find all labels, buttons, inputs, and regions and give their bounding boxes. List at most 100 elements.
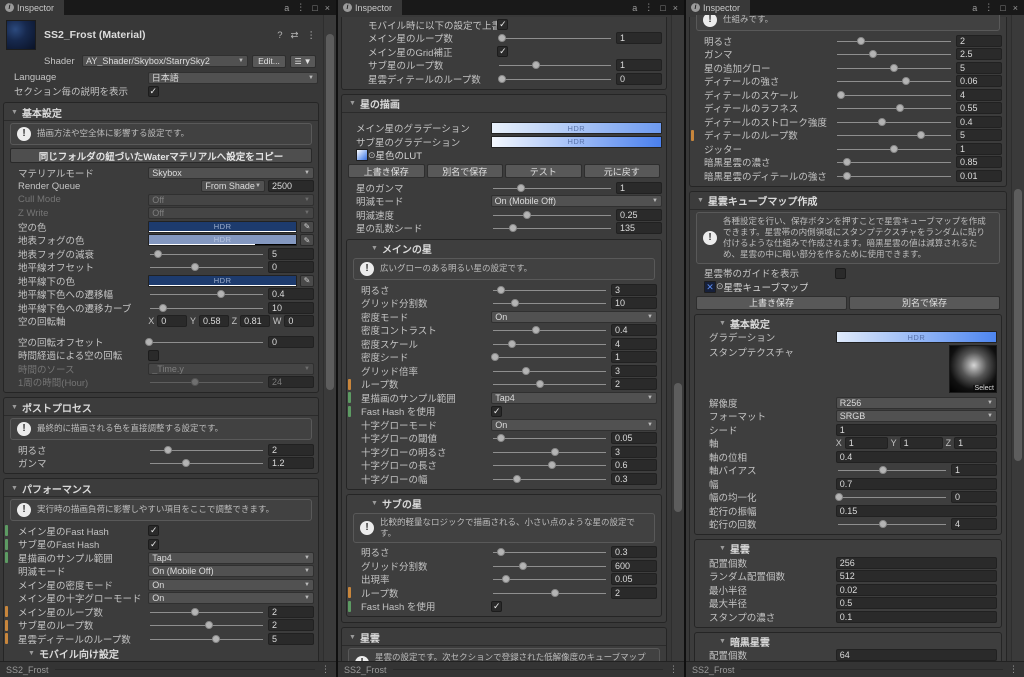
slider[interactable] — [148, 248, 265, 260]
kebab-menu-icon[interactable]: ⋮ — [644, 2, 653, 13]
value-field[interactable]: 3 — [611, 445, 657, 458]
axis-field[interactable]: 0.81 — [240, 315, 270, 328]
slider-thumb[interactable] — [490, 353, 499, 362]
value-field[interactable]: 600 — [611, 559, 657, 572]
slider[interactable] — [835, 48, 953, 60]
axis-field[interactable]: 1 — [954, 437, 998, 450]
slider[interactable] — [148, 606, 265, 618]
slider-thumb[interactable] — [510, 299, 519, 308]
value-field[interactable]: 2 — [268, 605, 314, 618]
color-field[interactable]: HDR — [148, 234, 297, 247]
shader-menu-button[interactable]: ☰ ▼ — [290, 54, 316, 68]
dropdown[interactable]: Skybox ▼ — [148, 166, 314, 179]
slider-thumb[interactable] — [531, 61, 540, 70]
value-field[interactable]: 5 — [268, 632, 314, 645]
checkbox[interactable] — [835, 267, 847, 279]
slider[interactable] — [148, 302, 265, 314]
value-field[interactable]: 3 — [611, 364, 657, 377]
action-button[interactable]: 別名で保存 — [849, 295, 1000, 310]
scrollbar[interactable] — [671, 15, 684, 661]
value-field[interactable]: 2 — [611, 378, 657, 391]
axis-field[interactable]: 0 — [284, 315, 315, 328]
eyedropper-icon[interactable]: ✎ — [300, 220, 314, 233]
value-field[interactable]: 10 — [268, 301, 314, 314]
section-header[interactable]: ▼ 星の描画 — [342, 96, 666, 113]
action-button[interactable]: 上書き保存 — [696, 295, 847, 310]
text-field[interactable]: 0.5 — [835, 597, 997, 610]
value-field[interactable]: 0.4 — [268, 288, 314, 301]
slider-thumb[interactable] — [164, 445, 173, 454]
value-field[interactable]: 0.4 — [956, 115, 1002, 128]
section-header[interactable]: ▼ パフォーマンス — [4, 480, 318, 497]
section-header[interactable]: ▼ 基本設定 — [4, 104, 318, 121]
value-field[interactable]: 2 — [268, 619, 314, 632]
slider-thumb[interactable] — [204, 621, 213, 630]
slider[interactable] — [835, 116, 953, 128]
slider-thumb[interactable] — [190, 263, 199, 272]
value-field[interactable]: 0.85 — [956, 156, 1002, 169]
axis-field[interactable]: 1 — [899, 437, 943, 450]
slider-thumb[interactable] — [547, 461, 556, 470]
checkbox[interactable]: ✓ — [497, 19, 509, 31]
statusbar-menu-icon[interactable]: ⋮ — [1009, 664, 1018, 675]
cubemap-thumbnail[interactable]: ✕ — [704, 280, 716, 293]
value-field[interactable]: 0.3 — [611, 472, 657, 485]
action-button[interactable]: 上書き保存 — [348, 164, 425, 178]
copy-to-water-material-button[interactable]: 同じフォルダの紐づいたWaterマテリアルへ設定をコピー — [10, 148, 312, 163]
text-field[interactable]: 512 — [835, 570, 997, 583]
slider-thumb[interactable] — [190, 378, 199, 387]
slider-thumb[interactable] — [901, 77, 910, 86]
slider-thumb[interactable] — [211, 634, 220, 643]
value-field[interactable]: 5 — [956, 61, 1002, 74]
lock-icon[interactable]: a — [632, 3, 637, 13]
value-field[interactable]: 0 — [268, 335, 314, 348]
restore-window-icon[interactable]: □ — [1000, 3, 1005, 13]
value-field[interactable]: 0.6 — [611, 459, 657, 472]
slider-thumb[interactable] — [497, 74, 506, 83]
slider-thumb[interactable] — [159, 303, 168, 312]
slider[interactable] — [497, 32, 613, 44]
slider-thumb[interactable] — [842, 171, 851, 180]
value-field[interactable]: 4 — [956, 88, 1002, 101]
close-icon[interactable]: × — [673, 3, 678, 13]
eyedropper-icon[interactable]: ✎ — [300, 274, 314, 287]
gradient-field[interactable]: HDR — [490, 122, 662, 135]
slider-thumb[interactable] — [216, 290, 225, 299]
subsection-header[interactable]: ▼ モバイル向け設定 — [4, 646, 318, 661]
slider[interactable] — [491, 459, 608, 471]
slider[interactable] — [491, 378, 608, 390]
slider[interactable] — [497, 59, 613, 71]
kebab-icon[interactable]: ⋮ — [307, 30, 317, 41]
value-field[interactable]: 2.5 — [956, 48, 1002, 61]
subsection-header[interactable]: ▼ メインの星 — [347, 241, 661, 256]
dropdown[interactable]: 日本語 ▼ — [147, 71, 318, 84]
action-button[interactable]: テスト — [505, 164, 582, 178]
value-field[interactable]: 5 — [268, 247, 314, 260]
object-picker-icon[interactable]: ⊙ — [716, 281, 724, 292]
color-field[interactable]: HDR — [148, 274, 297, 287]
slider[interactable] — [835, 62, 953, 74]
slider[interactable] — [836, 464, 948, 476]
slider[interactable] — [148, 619, 265, 631]
checkbox[interactable]: ✓ — [148, 538, 160, 550]
slider[interactable] — [491, 338, 608, 350]
axis-field[interactable]: 1 — [844, 437, 888, 450]
slider-thumb[interactable] — [536, 380, 545, 389]
lock-icon[interactable]: a — [284, 3, 289, 13]
slider[interactable] — [148, 376, 265, 388]
slider-thumb[interactable] — [837, 90, 845, 99]
slider-thumb[interactable] — [181, 459, 190, 468]
slider-thumb[interactable] — [496, 434, 505, 443]
slider[interactable] — [148, 633, 265, 645]
value-field[interactable]: 2 — [268, 443, 314, 456]
object-picker-icon[interactable]: ⊙ — [368, 150, 376, 161]
slider-thumb[interactable] — [551, 588, 560, 597]
restore-window-icon[interactable]: □ — [660, 3, 665, 13]
slider[interactable] — [491, 546, 608, 558]
slider[interactable] — [836, 518, 948, 530]
restore-window-icon[interactable]: □ — [312, 3, 317, 13]
value-field[interactable]: 4 — [951, 518, 997, 531]
checkbox[interactable]: ✓ — [491, 600, 503, 612]
scrollbar[interactable] — [1011, 15, 1024, 661]
slider[interactable] — [491, 587, 608, 599]
